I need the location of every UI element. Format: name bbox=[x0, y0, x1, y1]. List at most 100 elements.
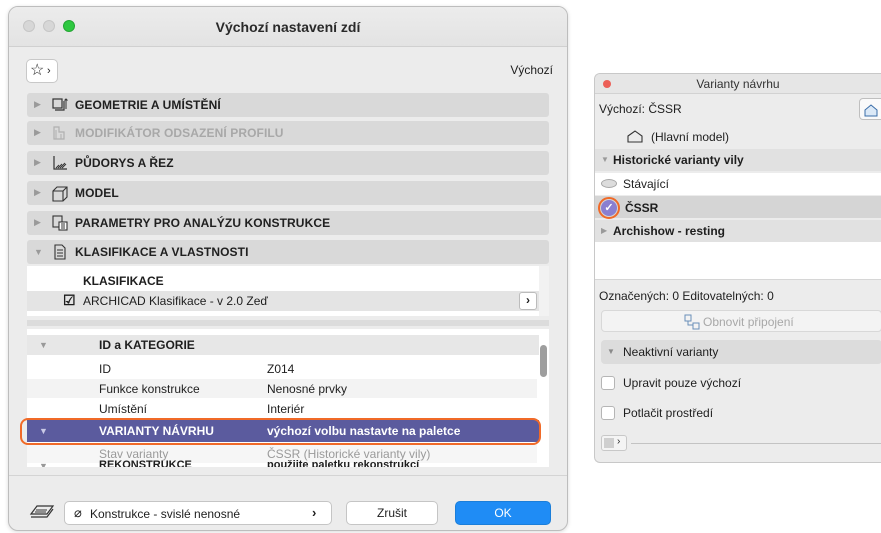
section-label: MODIFIKÁTOR ODSAZENÍ PROFILU bbox=[75, 126, 284, 140]
variant-group-archishow[interactable]: ▶ Archishow - resting bbox=[595, 220, 881, 242]
option-label: Potlačit prostředí bbox=[623, 406, 714, 420]
property-value: Interiér bbox=[267, 402, 305, 416]
design-options-manager-button[interactable] bbox=[859, 98, 881, 120]
inactive-variants-header[interactable]: ▼ Neaktivní varianty bbox=[601, 340, 881, 364]
inactive-variants-label: Neaktivní varianty bbox=[623, 345, 719, 359]
title-bar: Výchozí nastavení zdí bbox=[9, 7, 567, 47]
collapse-triangle-icon: ▼ bbox=[34, 247, 43, 257]
variant-group-historic[interactable]: ▼ Historické varianty vily bbox=[595, 149, 881, 171]
classification-header: KLASIFIKACE bbox=[83, 274, 164, 288]
design-options-palette: Varianty návrhu Výchozí: ČSSR (Hlavní mo… bbox=[594, 73, 881, 463]
swatch-icon bbox=[604, 438, 614, 448]
property-value: Nenosné prvky bbox=[267, 382, 348, 396]
classification-icon bbox=[54, 244, 66, 260]
property-row[interactable]: Umístění Interiér bbox=[27, 399, 537, 418]
chevron-right-icon: › bbox=[312, 505, 317, 520]
variant-radio-icon[interactable] bbox=[601, 179, 617, 188]
property-group-value: použijte paletku rekonstrukcí bbox=[267, 459, 420, 467]
default-label: Výchozí bbox=[510, 63, 553, 77]
collapse-triangle-icon: ▼ bbox=[607, 347, 615, 356]
scrollbar[interactable] bbox=[540, 331, 548, 465]
refresh-connection-button[interactable]: Obnovit připojení bbox=[601, 310, 881, 332]
property-name: ID bbox=[99, 362, 111, 376]
checkbox[interactable] bbox=[601, 406, 615, 420]
splitter[interactable] bbox=[27, 320, 549, 326]
section-floorplan-section[interactable]: ▶ PŮDORYS A ŘEZ bbox=[27, 151, 549, 175]
chevron-right-icon: › bbox=[617, 436, 621, 447]
variant-row-existing[interactable]: Stávající bbox=[595, 173, 881, 195]
refresh-label: Obnovit připojení bbox=[703, 315, 794, 329]
highlight-callout bbox=[20, 418, 541, 445]
wall-default-settings-dialog: Výchozí nastavení zdí ☆ › Výchozí ▶ GEOM… bbox=[8, 6, 568, 531]
variants-list-empty-area bbox=[595, 242, 881, 280]
expand-triangle-icon: ▶ bbox=[601, 226, 608, 235]
main-model-row[interactable]: (Hlavní model) bbox=[595, 125, 881, 147]
layer-hidden-icon: ⌀ bbox=[74, 505, 82, 520]
layer-name: Konstrukce - svislé nenosné bbox=[90, 507, 241, 521]
transparency-slider-track[interactable] bbox=[631, 443, 881, 444]
property-value: Z014 bbox=[267, 362, 295, 376]
cancel-button[interactable]: Zrušit bbox=[346, 501, 438, 525]
option-label: Upravit pouze výchozí bbox=[623, 376, 742, 390]
option-suppress-environment[interactable]: Potlačit prostředí bbox=[595, 402, 881, 424]
main-model-label: (Hlavní model) bbox=[651, 130, 730, 144]
collapse-triangle-icon: ▼ bbox=[601, 155, 609, 164]
expand-triangle-icon: ▶ bbox=[34, 157, 41, 167]
refresh-link-icon bbox=[684, 314, 700, 330]
variant-group-label: Historické varianty vily bbox=[613, 153, 744, 167]
variant-label: ČSSR bbox=[625, 201, 659, 215]
section-structural-analysis[interactable]: ▶ PARAMETRY PRO ANALÝZU KONSTRUKCE bbox=[27, 211, 549, 235]
property-group-header[interactable]: ▼ ID a KATEGORIE bbox=[27, 335, 539, 355]
property-name: Umístění bbox=[99, 402, 148, 416]
expand-triangle-icon: ▶ bbox=[34, 99, 41, 109]
classification-item: ARCHICAD Klasifikace - v 2.0 Zeď bbox=[83, 294, 268, 308]
classification-arrow-button[interactable]: › bbox=[519, 292, 537, 310]
properties-panel: ▼ ID a KATEGORIE ID Z014 Funkce konstruk… bbox=[27, 329, 549, 467]
property-row[interactable]: ID Z014 bbox=[27, 359, 537, 378]
transparency-slider-toggle[interactable]: › bbox=[601, 435, 627, 451]
favorites-button[interactable]: ☆ › bbox=[26, 59, 58, 83]
variant-label: Stávající bbox=[623, 177, 670, 191]
expand-triangle-icon: ▶ bbox=[34, 127, 41, 137]
layer-selector[interactable]: ⌀ Konstrukce - svislé nenosné › bbox=[64, 501, 332, 525]
section-label: MODEL bbox=[75, 186, 119, 200]
geometry-icon bbox=[52, 98, 68, 111]
floorplan-section-icon bbox=[53, 156, 67, 170]
section-label: PARAMETRY PRO ANALÝZU KONSTRUKCE bbox=[75, 216, 331, 230]
section-model[interactable]: ▶ MODEL bbox=[27, 181, 549, 205]
profile-offset-icon bbox=[53, 126, 65, 140]
expand-triangle-icon: ▶ bbox=[34, 187, 41, 197]
palette-default-label: Výchozí: ČSSR bbox=[599, 102, 682, 116]
variant-row-cssr-selected[interactable]: ✓ ČSSR bbox=[595, 196, 881, 219]
section-label: PŮDORYS A ŘEZ bbox=[75, 156, 174, 170]
layers-icon bbox=[29, 505, 55, 518]
scrollbar-thumb[interactable] bbox=[540, 345, 547, 377]
ok-button[interactable]: OK bbox=[455, 501, 551, 525]
section-geometry[interactable]: ▶ GEOMETRIE A UMÍSTĚNÍ bbox=[27, 93, 549, 117]
section-profile-offset: ▶ MODIFIKÁTOR ODSAZENÍ PROFILU bbox=[27, 121, 549, 145]
property-name: Funkce konstrukce bbox=[99, 382, 200, 396]
classification-row[interactable]: ☑ ARCHICAD Klasifikace - v 2.0 Zeď › bbox=[27, 291, 539, 311]
palette-title: Varianty návrhu bbox=[696, 77, 780, 91]
checkbox[interactable] bbox=[601, 376, 615, 390]
structural-analysis-icon bbox=[52, 215, 68, 231]
expand-triangle-icon: ▶ bbox=[34, 217, 41, 227]
scrollbar-track bbox=[539, 266, 549, 316]
chevron-right-icon: › bbox=[47, 65, 51, 77]
property-group-label: REKONSTRUKCE bbox=[99, 459, 192, 467]
option-default-only[interactable]: Upravit pouze výchozí bbox=[595, 372, 881, 394]
property-group-header[interactable]: ▼ REKONSTRUKCE použijte paletku rekonstr… bbox=[27, 459, 539, 467]
property-group-label: ID a KATEGORIE bbox=[99, 338, 195, 352]
star-icon: ☆ bbox=[30, 62, 45, 79]
checkbox-checked-icon[interactable]: ☑ bbox=[63, 292, 76, 309]
checkmark-icon[interactable]: ✓ bbox=[601, 200, 617, 216]
collapse-triangle-icon: ▼ bbox=[39, 340, 48, 350]
palette-title-bar: Varianty návrhu bbox=[595, 74, 881, 94]
property-row[interactable]: Funkce konstrukce Nenosné prvky bbox=[27, 379, 537, 398]
divider bbox=[9, 475, 567, 476]
section-classification[interactable]: ▼ KLASIFIKACE A VLASTNOSTI bbox=[27, 240, 549, 264]
section-label: KLASIFIKACE A VLASTNOSTI bbox=[75, 245, 249, 259]
selection-counts: Označených: 0 Editovatelných: 0 bbox=[599, 289, 774, 303]
section-label: GEOMETRIE A UMÍSTĚNÍ bbox=[75, 98, 221, 112]
house-icon bbox=[864, 104, 878, 117]
